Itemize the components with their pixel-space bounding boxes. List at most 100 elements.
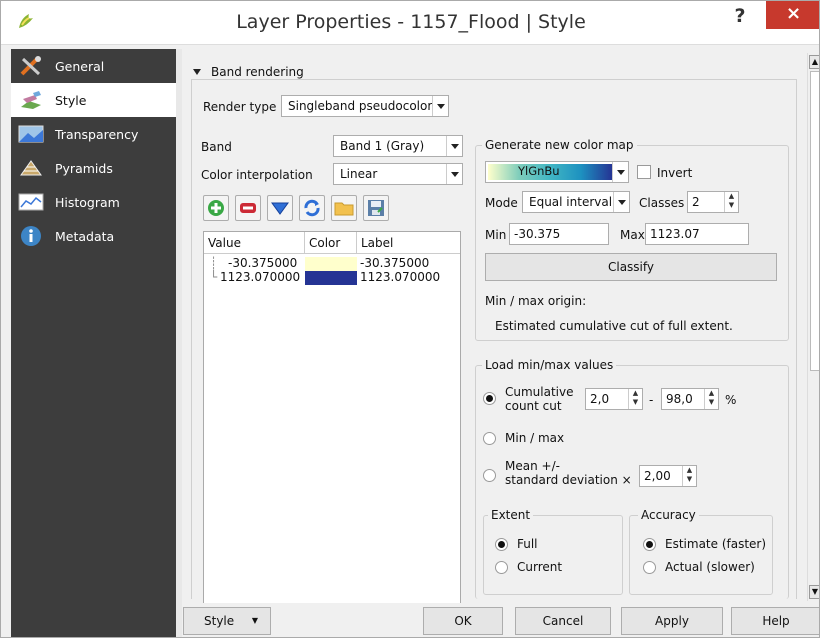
- mode-value: Equal interval: [529, 195, 613, 209]
- min-max-origin-value: Estimated cumulative cut of full extent.: [495, 319, 733, 333]
- scrollbar-thumb[interactable]: [810, 71, 819, 371]
- column-header[interactable]: Label: [357, 232, 460, 254]
- mean-stddev-radio[interactable]: [483, 469, 496, 482]
- color-ramp-select[interactable]: YlGnBu: [485, 161, 629, 183]
- cumulative-cut-label: Cumulative count cut: [505, 385, 574, 413]
- spin-arrows-icon[interactable]: ▲ ▼: [704, 389, 718, 409]
- window-title: Layer Properties - 1157_Flood | Style: [236, 11, 586, 33]
- sidebar-item-label: General: [55, 58, 105, 74]
- sidebar-item-label: Style: [55, 92, 87, 108]
- mode-label: Mode: [485, 196, 518, 210]
- cumulative-cut-radio[interactable]: [483, 392, 496, 405]
- min-max-origin-label: Min / max origin:: [485, 294, 587, 308]
- classes-label: Classes: [639, 196, 685, 210]
- close-button[interactable]: ×: [766, 1, 819, 29]
- sidebar-item-pyramids[interactable]: Pyramids: [11, 151, 176, 185]
- min-input[interactable]: -30.375: [509, 223, 609, 245]
- min-max-radio[interactable]: [483, 432, 496, 445]
- cancel-button[interactable]: Cancel: [515, 607, 611, 635]
- help-icon[interactable]: ?: [729, 5, 751, 29]
- scroll-up-icon[interactable]: ▲: [809, 55, 819, 69]
- spin-arrows-icon[interactable]: ▲ ▼: [682, 466, 696, 486]
- invert-label: Invert: [657, 166, 693, 180]
- color-interpolation-select[interactable]: Linear: [333, 163, 463, 185]
- row-value: 1123.070000: [220, 270, 301, 284]
- sidebar: General Style Transparency Pyramids Hist…: [11, 49, 176, 637]
- scroll-down-icon[interactable]: ▼: [809, 585, 819, 599]
- spin-arrows-icon[interactable]: ▲ ▼: [724, 192, 738, 212]
- percent-label: %: [725, 393, 737, 407]
- min-label: Min: [485, 228, 507, 242]
- layer-properties-window: Layer Properties - 1157_Flood | Style ? …: [0, 0, 820, 638]
- cut-high-spinbox[interactable]: 98,0 ▲ ▼: [661, 388, 719, 410]
- help-button[interactable]: Help: [731, 607, 819, 635]
- accuracy-actual-radio[interactable]: [643, 561, 656, 574]
- chevron-down-icon: ▼: [251, 616, 258, 625]
- triangle-down-icon: [271, 202, 289, 215]
- spin-arrows-icon[interactable]: ▲ ▼: [628, 389, 642, 409]
- extent-current-radio[interactable]: [495, 561, 508, 574]
- cut-high-value: 98,0: [666, 392, 693, 406]
- apply-button[interactable]: Apply: [621, 607, 723, 635]
- classes-spinbox[interactable]: 2 ▲ ▼: [687, 191, 739, 213]
- sidebar-item-general[interactable]: General: [11, 49, 176, 83]
- chevron-down-icon: [432, 96, 448, 116]
- color-interpolation-label: Color interpolation: [201, 168, 313, 182]
- render-type-label: Render type: [203, 100, 277, 114]
- reload-button[interactable]: [299, 195, 325, 221]
- band-select[interactable]: Band 1 (Gray): [333, 135, 463, 157]
- sidebar-item-metadata[interactable]: Metadata: [11, 219, 176, 253]
- invert-checkbox[interactable]: [637, 165, 651, 179]
- info-icon: [17, 225, 45, 247]
- accuracy-estimate-label: Estimate (faster): [665, 537, 767, 551]
- sidebar-item-label: Metadata: [55, 228, 115, 244]
- accuracy-estimate-radio[interactable]: [643, 538, 656, 551]
- table-row[interactable]: ┊ -30.375000 -30.375000: [204, 256, 460, 271]
- min-max-label: Min / max: [505, 431, 565, 445]
- sidebar-item-histogram[interactable]: Histogram: [11, 185, 176, 219]
- title-bar: Layer Properties - 1157_Flood | Style ? …: [1, 1, 819, 45]
- export-to-file-button[interactable]: [363, 195, 389, 221]
- vertical-scrollbar[interactable]: ▲ ▼: [807, 53, 819, 601]
- chevron-down-icon: [613, 192, 629, 212]
- max-input[interactable]: 1123.07: [645, 223, 749, 245]
- extent-current-label: Current: [517, 560, 563, 574]
- color-map-table[interactable]: Value Color Label ┊ -30.375000 -30.37500…: [203, 231, 461, 637]
- histogram-icon: [17, 191, 45, 213]
- classify-button[interactable]: Classify: [485, 253, 777, 281]
- column-header[interactable]: Value: [204, 232, 305, 254]
- mode-select[interactable]: Equal interval: [522, 191, 630, 213]
- refresh-icon: [304, 199, 320, 217]
- render-type-value: Singleband pseudocolor: [288, 99, 433, 113]
- paint-brush-icon: [17, 89, 45, 111]
- color-swatch[interactable]: [305, 271, 357, 285]
- stddev-spinbox[interactable]: 2,00 ▲ ▼: [639, 465, 697, 487]
- sidebar-item-transparency[interactable]: Transparency: [11, 117, 176, 151]
- column-header[interactable]: Color: [305, 232, 357, 254]
- sidebar-item-style[interactable]: Style: [11, 83, 176, 117]
- sort-button[interactable]: [267, 195, 293, 221]
- table-row[interactable]: └ 1123.070000 1123.070000: [204, 270, 460, 285]
- accuracy-group: Accuracy: [629, 508, 773, 595]
- splitter-handle[interactable]: [176, 49, 182, 637]
- extent-group: Extent: [483, 508, 623, 595]
- cut-low-spinbox[interactable]: 2,0 ▲ ▼: [585, 388, 643, 410]
- extent-full-radio[interactable]: [495, 538, 508, 551]
- row-label: -30.375000: [360, 256, 430, 270]
- band-rendering-title: Band rendering: [211, 65, 304, 79]
- band-rendering-header[interactable]: Band rendering: [193, 65, 304, 79]
- remove-entry-button[interactable]: [235, 195, 261, 221]
- load-from-file-button[interactable]: [331, 195, 357, 221]
- add-entry-button[interactable]: [203, 195, 229, 221]
- sidebar-item-label: Histogram: [55, 194, 120, 210]
- ok-button[interactable]: OK: [423, 607, 503, 635]
- generate-color-map-title: Generate new color map: [482, 138, 637, 152]
- pyramid-icon: [17, 157, 45, 179]
- render-type-select[interactable]: Singleband pseudocolor: [281, 95, 449, 117]
- style-menu-button[interactable]: Style ▼: [183, 607, 271, 635]
- load-minmax-title: Load min/max values: [482, 358, 617, 372]
- tree-line: ┊: [210, 256, 218, 270]
- transparency-icon: [17, 123, 45, 145]
- tools-icon: [17, 55, 45, 77]
- color-swatch[interactable]: [305, 257, 357, 271]
